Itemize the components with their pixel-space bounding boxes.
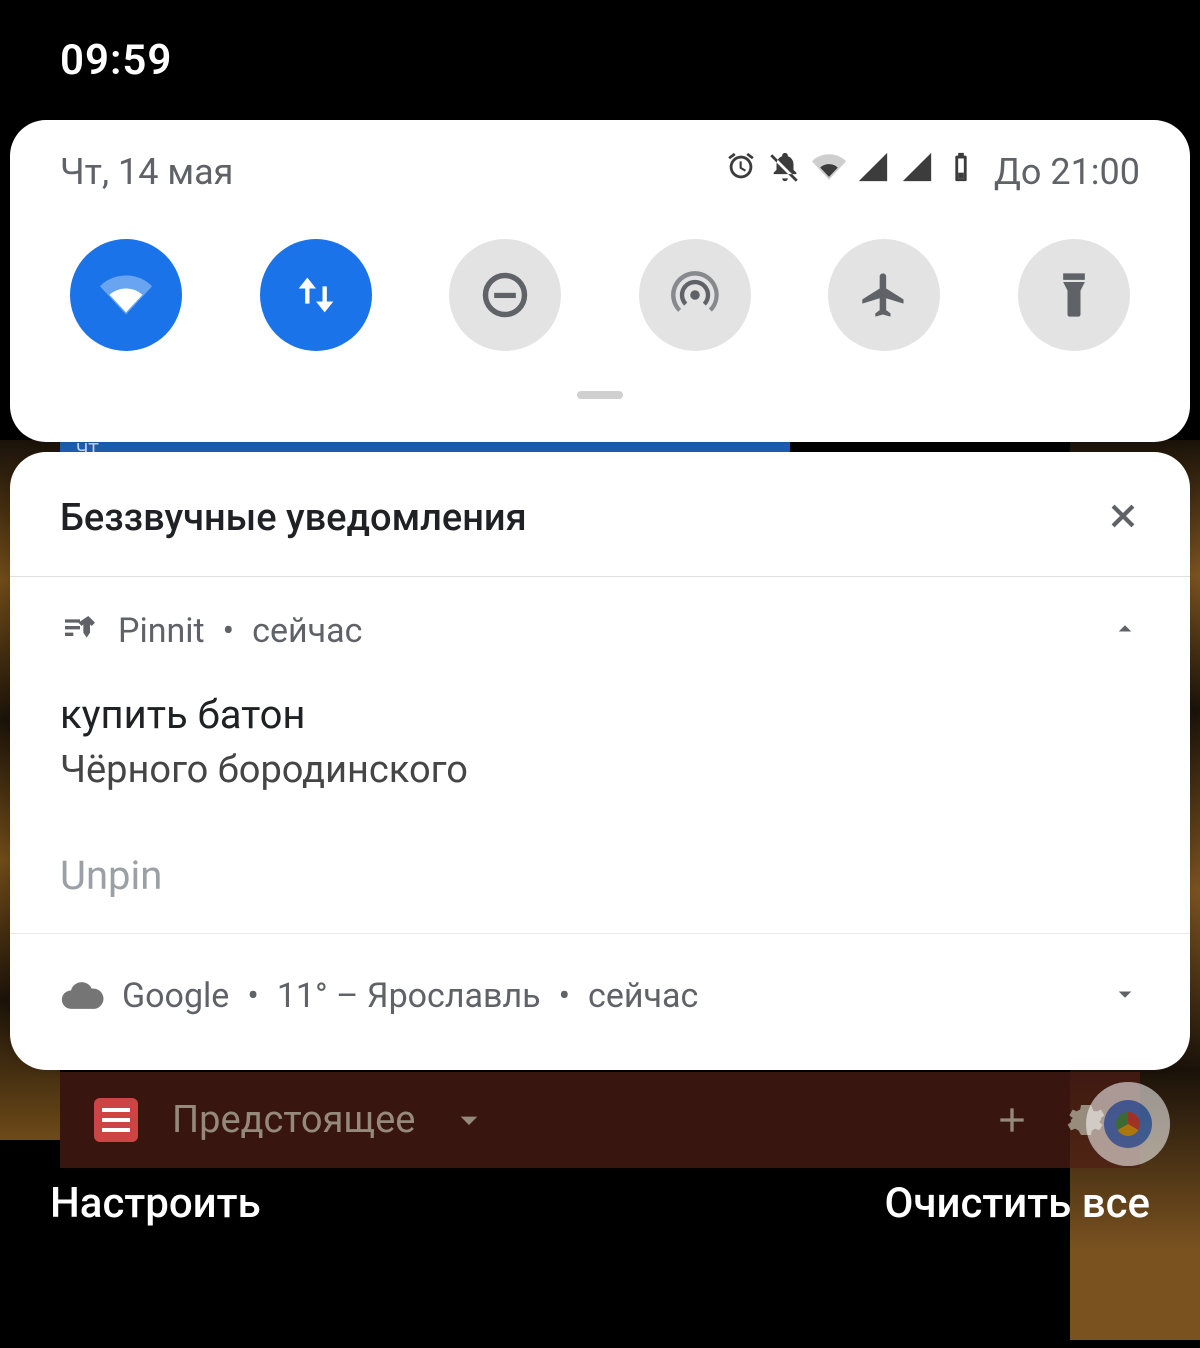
underlying-app-bar: Предстоящее xyxy=(60,1072,1140,1168)
configure-button[interactable]: Настроить xyxy=(50,1179,261,1228)
status-clock: 09:59 xyxy=(60,36,172,85)
signal-1-icon xyxy=(856,150,890,193)
alarm-icon xyxy=(724,150,758,193)
pinnit-app-icon xyxy=(60,611,100,651)
cloud-icon xyxy=(60,974,104,1018)
close-icon xyxy=(1106,499,1140,533)
shade-bottom-actions: Настроить Очистить все xyxy=(0,1179,1200,1228)
qs-drag-handle[interactable] xyxy=(577,391,623,399)
hotspot-icon xyxy=(669,269,721,321)
notification-title: купить батон xyxy=(60,691,1140,738)
notification-time: сейчас xyxy=(588,976,698,1016)
clear-all-button[interactable]: Очистить все xyxy=(884,1179,1150,1228)
data-arrows-icon xyxy=(290,269,342,321)
notification-app-line: Pinnit • сейчас xyxy=(60,611,362,651)
qs-tile-airplane[interactable] xyxy=(828,239,940,351)
notification-pinnit[interactable]: Pinnit • сейчас купить батон Чёрного бор… xyxy=(10,577,1190,934)
dnd-icon xyxy=(479,269,531,321)
notification-google-weather[interactable]: Google • 11° – Ярославль • сейчас xyxy=(10,934,1190,1058)
qs-tile-dnd[interactable] xyxy=(449,239,561,351)
notification-time: сейчас xyxy=(252,611,362,651)
notification-body: Чёрного бородинского xyxy=(60,748,1140,792)
chevron-down-icon xyxy=(1110,979,1140,1009)
qs-tile-mobile-data[interactable] xyxy=(260,239,372,351)
plus-icon xyxy=(992,1100,1032,1140)
quick-settings-panel[interactable]: Чт, 14 мая До 21:00 xyxy=(10,120,1190,442)
silent-section-header: Беззвучные уведомления xyxy=(10,452,1190,577)
chevron-up-icon xyxy=(1110,614,1140,644)
silent-section-title: Беззвучные уведомления xyxy=(60,496,527,540)
signal-2-icon xyxy=(900,150,934,193)
silent-section-close-button[interactable] xyxy=(1106,499,1140,537)
qs-tile-hotspot[interactable] xyxy=(639,239,751,351)
mute-icon xyxy=(768,150,802,193)
qs-date[interactable]: Чт, 14 мая xyxy=(60,151,233,193)
notification-action-unpin[interactable]: Unpin xyxy=(60,852,1140,899)
quick-settings-header: Чт, 14 мая До 21:00 xyxy=(60,150,1140,193)
wifi-status-icon xyxy=(812,150,846,193)
flashlight-icon xyxy=(1048,269,1100,321)
expand-button[interactable] xyxy=(1110,979,1140,1013)
chrome-app-icon xyxy=(1086,1082,1170,1166)
qs-tiles-row xyxy=(60,239,1140,351)
qs-tile-wifi[interactable] xyxy=(70,239,182,351)
notification-app-name: Google xyxy=(122,976,229,1016)
notification-summary: 11° – Ярославль xyxy=(277,976,541,1016)
battery-icon xyxy=(944,150,978,193)
qs-status-icons: До 21:00 xyxy=(724,150,1140,193)
notification-app-name: Pinnit xyxy=(118,611,205,651)
status-bar: 09:59 xyxy=(0,0,1200,120)
notification-app-line: Google • 11° – Ярославль • сейчас xyxy=(60,974,698,1018)
wifi-icon xyxy=(100,269,152,321)
underlying-app-title: Предстоящее xyxy=(172,1098,415,1142)
battery-until-text: До 21:00 xyxy=(994,151,1140,193)
qs-tile-flashlight[interactable] xyxy=(1018,239,1130,351)
chevron-down-icon xyxy=(449,1100,489,1140)
notification-panel[interactable]: Беззвучные уведомления Pinnit • сейчас к… xyxy=(10,452,1190,1070)
collapse-button[interactable] xyxy=(1110,614,1140,648)
underlying-menu-icon xyxy=(94,1098,138,1142)
airplane-icon xyxy=(858,269,910,321)
